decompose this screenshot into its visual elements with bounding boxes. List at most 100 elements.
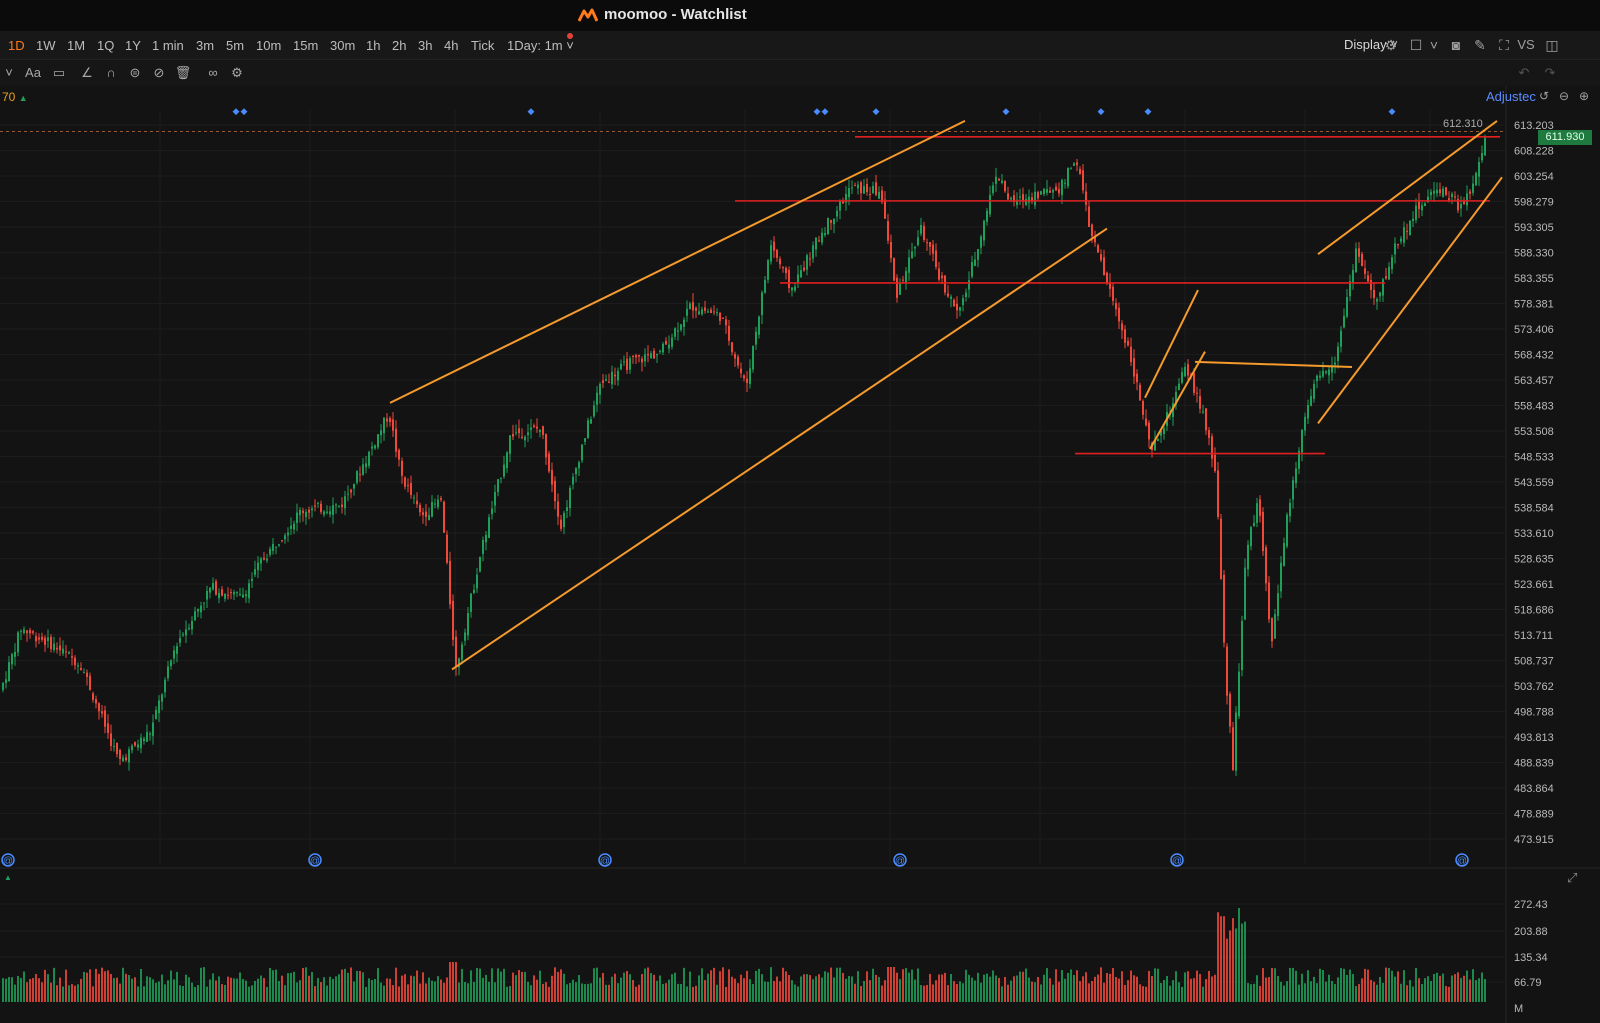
volume-bar — [890, 967, 892, 1002]
volume-bar — [635, 986, 637, 1002]
candle-body — [602, 380, 604, 383]
earnings-marker-glyph: @ — [310, 856, 320, 867]
timeframe-1d[interactable]: 1D — [8, 38, 25, 53]
candle-body — [323, 511, 325, 515]
volume-bar — [692, 986, 694, 1002]
pencil-line-icon[interactable]: ∠ — [78, 64, 96, 82]
timeframe-2h[interactable]: 2h — [392, 38, 406, 53]
chevron-down-icon[interactable]: ˅ — [1424, 35, 1444, 55]
candle-body — [1007, 193, 1009, 200]
candle-body — [110, 733, 112, 746]
volume-bar — [926, 984, 928, 1002]
layout-icon[interactable]: ◫ — [1542, 35, 1562, 55]
candle-body — [359, 474, 361, 476]
candle-body — [572, 476, 574, 485]
candle-body — [842, 201, 844, 204]
eye-icon[interactable]: ⊜ — [126, 64, 144, 82]
candle-body — [1058, 189, 1060, 194]
timeframe-5m[interactable]: 5m — [226, 38, 244, 53]
timeframe-1y[interactable]: 1Y — [125, 38, 141, 53]
volume-bar — [1289, 967, 1291, 1002]
candle-body — [653, 350, 655, 359]
timeframe-3m[interactable]: 3m — [196, 38, 214, 53]
candle-body — [617, 370, 619, 381]
timeframe-4h[interactable]: 4h — [444, 38, 458, 53]
zoom-out-icon[interactable]: ⊖ — [1554, 86, 1574, 106]
candle-body — [1301, 430, 1303, 453]
candle-body — [803, 267, 805, 271]
trash-icon[interactable]: 🗑 — [174, 64, 192, 82]
chevron-down-icon[interactable]: ˅ — [0, 64, 18, 82]
volume-bar — [1436, 972, 1438, 1002]
candle-body — [893, 258, 895, 281]
candle-body — [1220, 518, 1222, 580]
zoom-in-icon[interactable]: ⊕ — [1574, 86, 1594, 106]
camera-icon[interactable]: ◙ — [1446, 35, 1466, 55]
volume-bar — [257, 978, 259, 1002]
undo-icon[interactable]: ↶ — [1515, 64, 1533, 82]
volume-bar — [878, 977, 880, 1002]
timeframe-30m[interactable]: 30m — [330, 38, 355, 53]
price-tick-label: 493.813 — [1514, 732, 1554, 744]
candle-body — [419, 504, 421, 513]
candle-body — [404, 477, 406, 487]
volume-toggle-icon[interactable]: ▲ — [4, 873, 12, 882]
candle-body — [1262, 512, 1264, 552]
volume-bar — [254, 980, 256, 1002]
candle-body — [1187, 364, 1189, 376]
hide-icon[interactable]: ⊘ — [150, 64, 168, 82]
reset-icon[interactable]: ↺ — [1534, 86, 1554, 106]
magnet-icon[interactable]: ∩ — [102, 64, 120, 82]
settings-icon[interactable]: ⚙ — [1381, 35, 1401, 55]
settings-icon[interactable]: ⚙ — [228, 64, 246, 82]
volume-bar — [1376, 984, 1378, 1002]
volume-bar — [605, 984, 607, 1002]
timeframe-3h[interactable]: 3h — [418, 38, 432, 53]
candle-body — [119, 750, 121, 759]
volume-bar — [584, 984, 586, 1002]
timeframe-1w[interactable]: 1W — [36, 38, 56, 53]
price-chart[interactable]: 613.203608.228603.254598.279593.305588.3… — [0, 86, 1600, 1023]
redo-icon[interactable]: ↷ — [1541, 64, 1559, 82]
interval-selector[interactable]: 1Day: 1m ˅ — [507, 38, 574, 53]
volume-bar — [1373, 981, 1375, 1002]
candle-body — [965, 292, 967, 298]
candle-body — [593, 405, 595, 417]
candle-body — [1073, 163, 1075, 166]
timeframe-1h[interactable]: 1h — [366, 38, 380, 53]
candle-body — [1148, 422, 1150, 440]
volume-bar — [731, 976, 733, 1002]
volume-bar — [17, 975, 19, 1002]
volume-bar — [818, 974, 820, 1002]
volume-bar — [272, 970, 274, 1002]
square-icon[interactable]: ☐ — [1406, 35, 1426, 55]
volume-bar — [323, 977, 325, 1002]
timeframe-tick[interactable]: Tick — [471, 38, 494, 53]
volume-bar — [1409, 980, 1411, 1002]
volume-bar — [1253, 983, 1255, 1002]
compare-button[interactable]: VS — [1515, 35, 1537, 55]
fullscreen-icon[interactable]: ⛶ — [1494, 35, 1514, 55]
candle-body — [512, 433, 514, 437]
candle-body — [1226, 646, 1228, 696]
pencil-icon[interactable]: ✎ — [1470, 35, 1490, 55]
expand-volume-icon[interactable]: ⤢ — [1567, 870, 1577, 886]
candle-body — [698, 311, 700, 315]
volume-bar — [959, 981, 961, 1002]
timeframe-1-min[interactable]: 1 min — [152, 38, 184, 53]
text-tool[interactable]: Aa — [24, 64, 42, 82]
volume-bar — [1370, 979, 1372, 1002]
link-icon[interactable]: ∞ — [204, 64, 222, 82]
volume-bar — [962, 983, 964, 1002]
candle-body — [614, 374, 616, 377]
timeframe-1m[interactable]: 1M — [67, 38, 85, 53]
comment-icon[interactable]: ▭ — [50, 64, 68, 82]
timeframe-1q[interactable]: 1Q — [97, 38, 114, 53]
candle-body — [1406, 230, 1408, 232]
adjusted-label[interactable]: Adjustec — [1486, 89, 1536, 104]
volume-bar — [554, 967, 556, 1002]
volume-bar — [437, 976, 439, 1002]
timeframe-10m[interactable]: 10m — [256, 38, 281, 53]
timeframe-15m[interactable]: 15m — [293, 38, 318, 53]
volume-bar — [143, 986, 145, 1002]
